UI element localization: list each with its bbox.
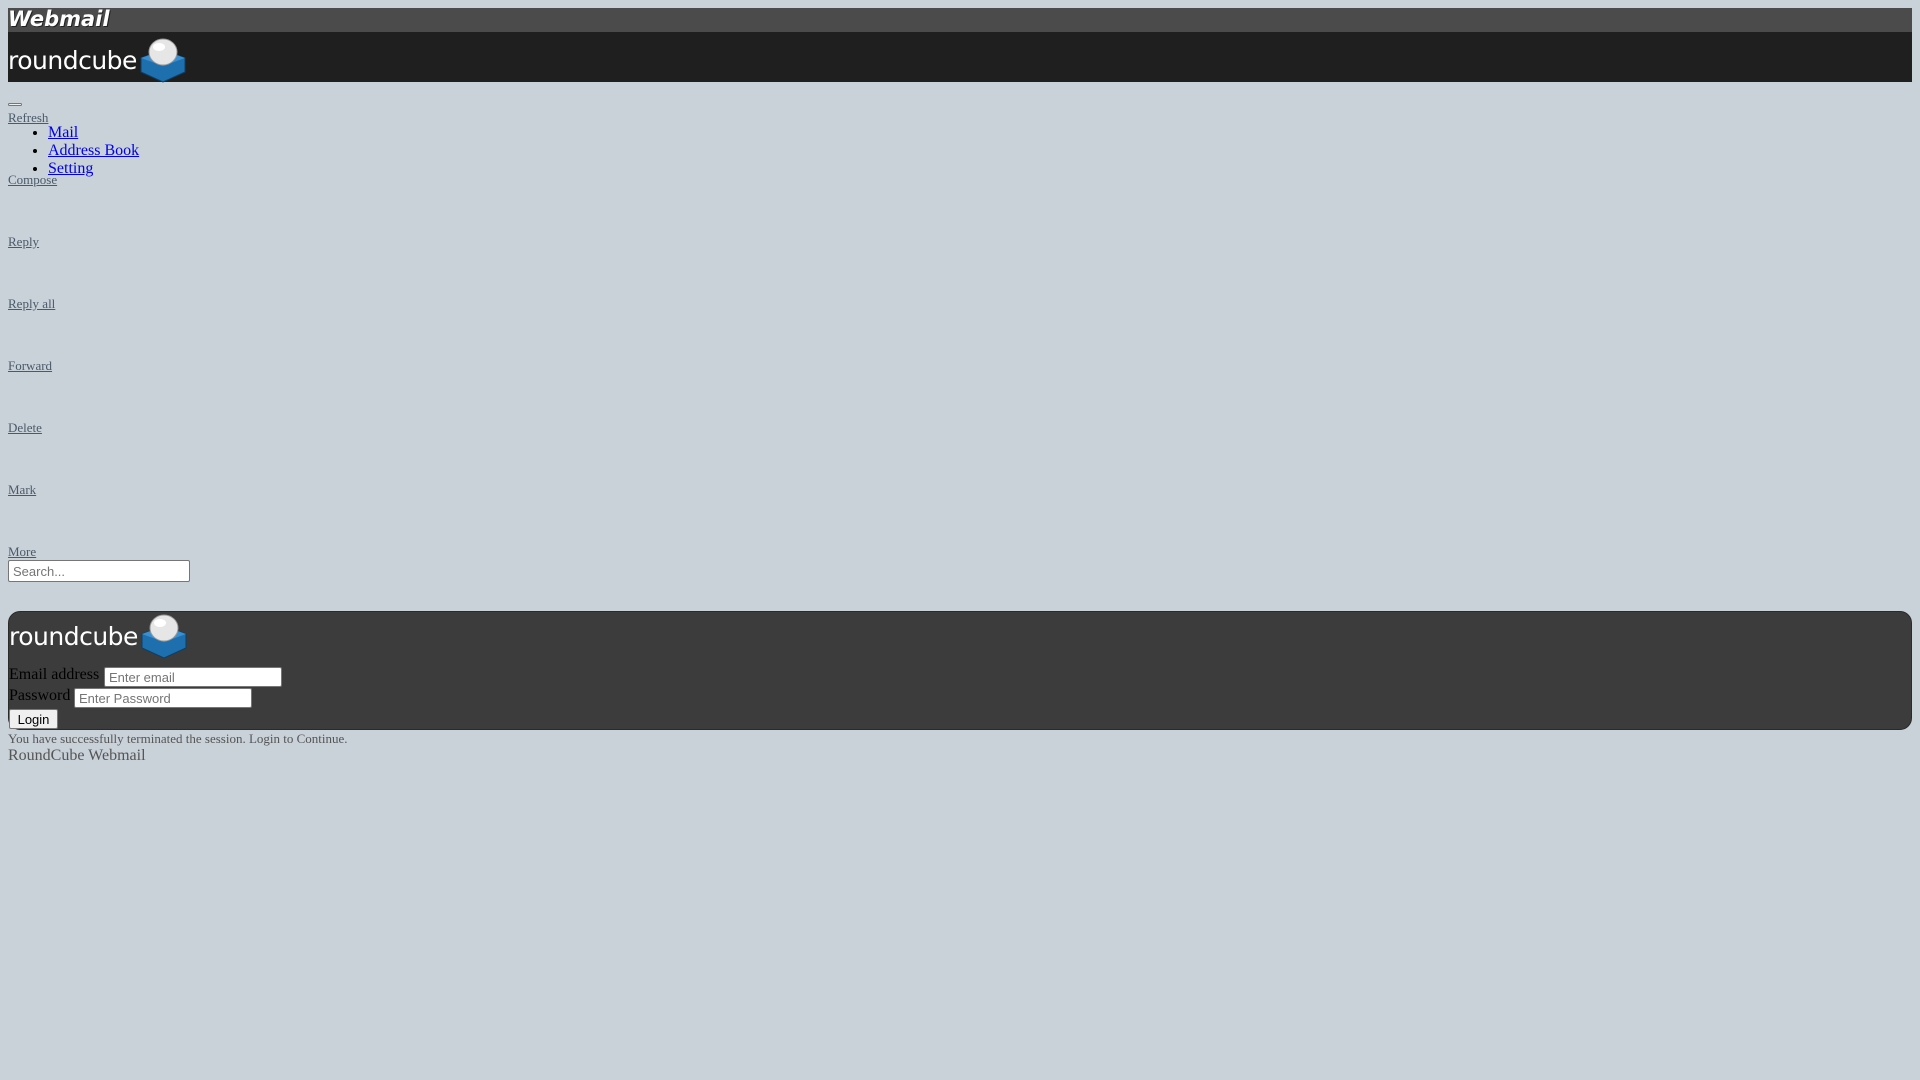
login-roundcube-logo: roundcube <box>9 612 190 660</box>
email-field[interactable] <box>104 667 282 687</box>
roundcube-logo: roundcube <box>8 36 189 84</box>
forward-link[interactable]: Forward <box>8 358 52 374</box>
roundcube-logo-icon <box>140 38 186 83</box>
mark-link[interactable]: Mark <box>8 482 36 498</box>
password-label: Password <box>9 687 71 704</box>
header-bar: roundcube <box>8 32 1912 84</box>
reply-all-link[interactable]: Reply all <box>8 296 55 312</box>
menu-toggle-button[interactable] <box>8 103 22 106</box>
nav-link-address-book[interactable]: Address Book <box>48 142 139 159</box>
nav-item-address-book: Address Book <box>48 142 139 160</box>
reply-link[interactable]: Reply <box>8 234 39 250</box>
more-link[interactable]: More <box>8 544 36 560</box>
login-logo-icon <box>141 614 187 659</box>
login-button[interactable]: Login <box>9 709 58 729</box>
delete-link[interactable]: Delete <box>8 420 42 436</box>
search-input[interactable] <box>8 560 190 582</box>
main-nav: Mail Address Book Setting <box>8 124 139 178</box>
top-bar: Webmail <box>8 8 1912 32</box>
nav-link-mail[interactable]: Mail <box>48 124 78 141</box>
nav-item-mail: Mail <box>48 124 139 142</box>
session-message: You have successfully terminated the ses… <box>8 731 348 746</box>
footer-text: RoundCube Webmail <box>8 747 146 764</box>
compose-link[interactable]: Compose <box>8 172 57 188</box>
nav-item-setting: Setting <box>48 160 139 178</box>
password-field[interactable] <box>74 688 252 708</box>
email-label: Email address <box>9 666 100 683</box>
login-logo-text: roundcube <box>9 621 138 651</box>
roundcube-logo-text: roundcube <box>8 45 137 75</box>
webmail-logo: Webmail <box>8 7 110 31</box>
login-panel: roundcube Email address Password Login <box>8 611 1912 730</box>
